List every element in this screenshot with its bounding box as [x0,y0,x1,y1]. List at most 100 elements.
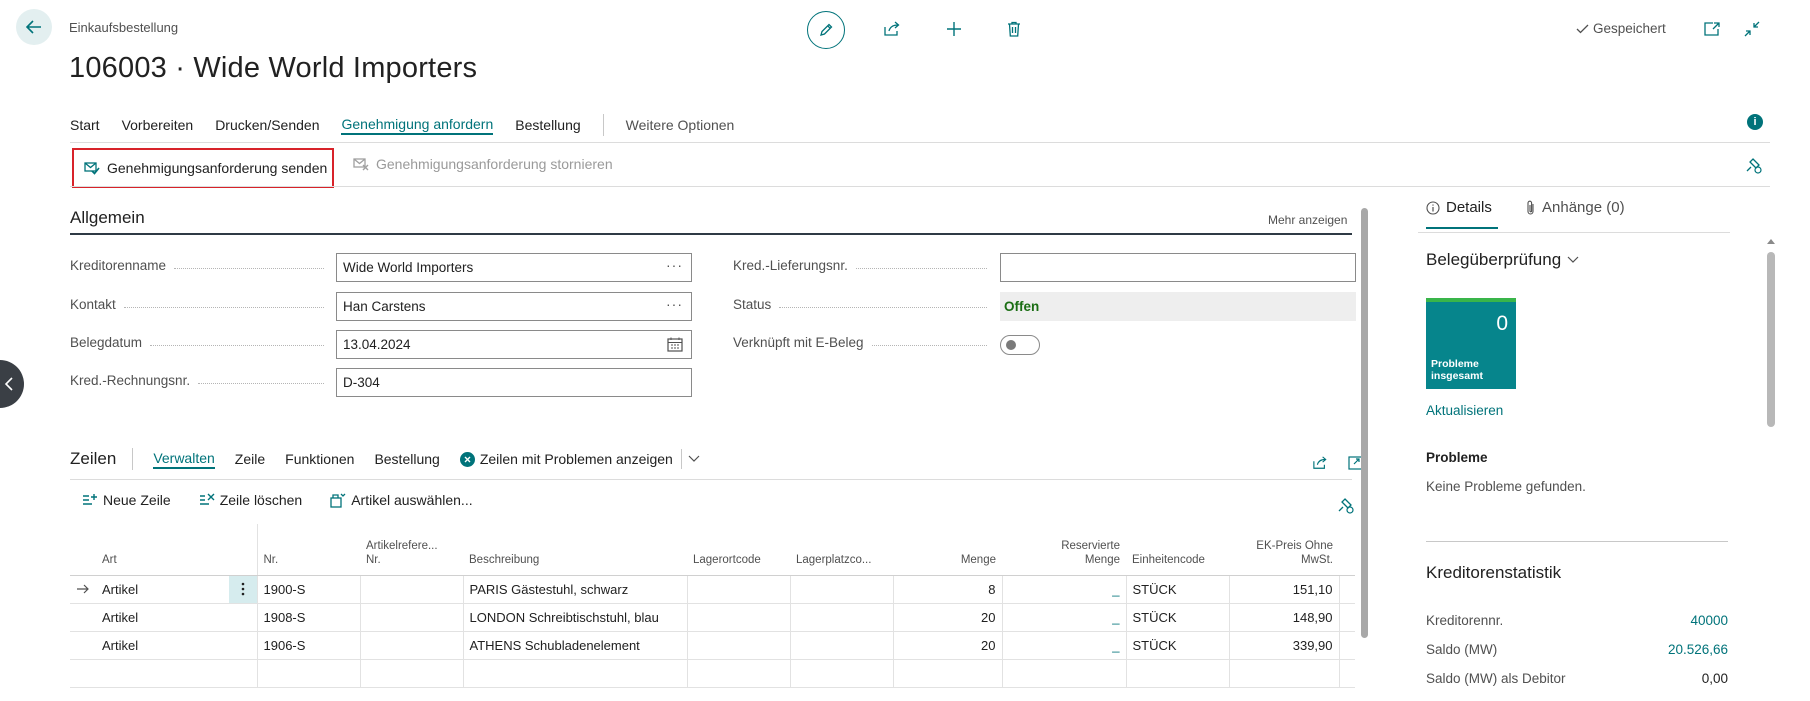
factbox-scrollbar[interactable] [1767,252,1775,427]
lines-tab-line[interactable]: Zeile [235,451,265,467]
scroll-up-arrow-icon[interactable] [1767,239,1775,244]
cell-reserved-quantity[interactable]: _ [1002,603,1127,632]
menu-item-more-options[interactable]: Weitere Optionen [626,117,735,133]
menu-item-print-send[interactable]: Drucken/Senden [215,117,319,133]
row-menu-button[interactable] [229,575,258,604]
lines-tab-manage[interactable]: Verwalten [153,450,215,469]
row-menu-cell[interactable] [229,603,258,632]
cell-type[interactable]: Artikel [96,631,229,660]
column-header-type[interactable]: Art [96,524,229,576]
menu-item-request-approval[interactable]: Genehmigung anfordern [341,116,494,135]
select-items-button[interactable]: Artikel auswählen... [330,492,473,508]
cell-unit[interactable]: STÜCK [1126,575,1230,604]
cell-quantity[interactable]: 20 [893,631,1003,660]
table-row[interactable]: Artikel 1906-S ATHENS Schubladenelement … [70,631,1355,660]
menu-item-order[interactable]: Bestellung [515,117,580,133]
column-header-description[interactable]: Beschreibung [463,524,687,576]
document-date-field[interactable]: 13.04.2024 [336,330,692,359]
vendor-no-link[interactable]: 40000 [1690,613,1728,628]
table-row[interactable]: Artikel 1908-S LONDON Schreibtischstuhl,… [70,603,1355,632]
column-header-location[interactable]: Lagerortcode [687,524,790,576]
column-header-unit[interactable]: Einheitencode [1126,524,1229,576]
cell-reserved-quantity[interactable]: _ [1002,631,1127,660]
pin-lines-actions-button[interactable] [1336,496,1354,514]
cell-price[interactable]: 148,90 [1229,603,1340,632]
total-problems-tile[interactable]: 0 Probleme insgesamt [1426,298,1516,389]
lines-share-button[interactable] [1312,456,1328,470]
new-line-button[interactable]: Neue Zeile [82,492,171,508]
table-row[interactable]: Artikel 1900-S PARIS Gästestuhl, schwarz… [70,575,1355,604]
delete-button[interactable] [998,13,1030,45]
lines-tab-order[interactable]: Bestellung [374,451,439,467]
invoice-number-field[interactable]: D-304 [336,368,692,397]
cell-description[interactable]: ATHENS Schubladenelement [463,631,688,660]
calendar-icon[interactable] [667,337,683,352]
cell-location[interactable] [687,575,791,604]
cell-location[interactable] [687,603,791,632]
cell-item-reference[interactable] [360,603,464,632]
column-header-quantity[interactable]: Menge [893,524,1002,576]
cell-item-reference[interactable] [360,631,464,660]
cancel-approval-request-button[interactable]: Genehmigungsanforderung stornieren [353,156,613,172]
row-menu-cell[interactable] [229,631,258,660]
collapse-button[interactable] [1736,13,1768,45]
tab-details[interactable]: Details [1426,199,1492,216]
empty-table-row[interactable] [70,659,1355,688]
edit-button[interactable] [807,11,845,49]
column-header-bin[interactable]: Lagerplatzco... [790,524,893,576]
menu-item-start[interactable]: Start [70,117,100,133]
cell-number[interactable]: 1900-S [257,575,361,604]
cell-unit[interactable]: STÜCK [1126,631,1230,660]
new-button[interactable] [938,13,970,45]
cell-reserved-quantity[interactable]: _ [1002,575,1127,604]
tab-attachments[interactable]: Anhänge (0) [1526,199,1625,216]
lines-toolbar: Zeilen Verwalten Zeile Funktionen Bestel… [70,448,700,470]
info-icon[interactable]: i [1747,114,1763,130]
refresh-link[interactable]: Aktualisieren [1426,403,1503,418]
cell-quantity[interactable]: 8 [893,575,1003,604]
column-header-price[interactable]: EK-Preis Ohne MwSt. [1229,524,1339,576]
cell-price[interactable]: 151,10 [1229,575,1340,604]
balance-link[interactable]: 20.526,66 [1668,642,1728,657]
cell-type[interactable]: Artikel [96,575,229,604]
lines-tab-functions[interactable]: Funktionen [285,451,354,467]
cell-number[interactable]: 1906-S [257,631,361,660]
collapse-navigation-button[interactable] [0,360,24,408]
cell-bin[interactable] [790,575,894,604]
cell-type[interactable]: Artikel [96,603,229,632]
balance-as-customer-value[interactable]: 0,00 [1702,671,1728,686]
delete-line-button[interactable]: Zeile löschen [199,492,302,508]
cell-number[interactable]: 1908-S [257,603,361,632]
show-problem-lines-button[interactable]: Zeilen mit Problemen anzeigen [459,451,673,467]
main-scrollbar[interactable] [1361,208,1368,638]
shipment-number-field[interactable] [1000,253,1356,282]
vendor-name-field[interactable]: Wide World Importers ··· [336,253,692,282]
show-more-link[interactable]: Mehr anzeigen [1268,213,1347,227]
column-header-number[interactable]: Nr. [257,524,360,576]
chevron-down-icon[interactable] [688,455,700,463]
column-header-reserved-quantity[interactable]: Reservierte Menge [1002,524,1126,576]
pin-actions-button[interactable] [1744,156,1762,174]
cell-quantity[interactable]: 20 [893,603,1003,632]
cell-bin[interactable] [790,603,894,632]
linked-e-document-toggle[interactable] [1000,335,1040,355]
document-check-header[interactable]: Belegüberprüfung [1426,250,1579,270]
share-button[interactable] [876,13,908,45]
send-approval-request-button[interactable]: Genehmigungsanforderung senden [72,148,334,188]
cell-item-reference[interactable] [360,575,464,604]
share-icon [1313,456,1327,469]
contact-field[interactable]: Han Carstens ··· [336,292,692,321]
cell-unit[interactable]: STÜCK [1126,603,1230,632]
back-button[interactable] [16,9,52,45]
cell-description[interactable]: LONDON Schreibtischstuhl, blau [463,603,688,632]
cell-location[interactable] [687,631,791,660]
cell-bin[interactable] [790,631,894,660]
column-header-item-reference[interactable]: Artikelrefere... Nr. [360,524,463,576]
cancel-approval-icon [353,158,369,171]
lookup-ellipsis-icon[interactable]: ··· [666,296,683,312]
cell-description[interactable]: PARIS Gästestuhl, schwarz [463,575,688,604]
cell-price[interactable]: 339,90 [1229,631,1340,660]
lookup-ellipsis-icon[interactable]: ··· [666,257,683,273]
open-new-window-button[interactable] [1696,13,1728,45]
menu-item-prepare[interactable]: Vorbereiten [122,117,194,133]
